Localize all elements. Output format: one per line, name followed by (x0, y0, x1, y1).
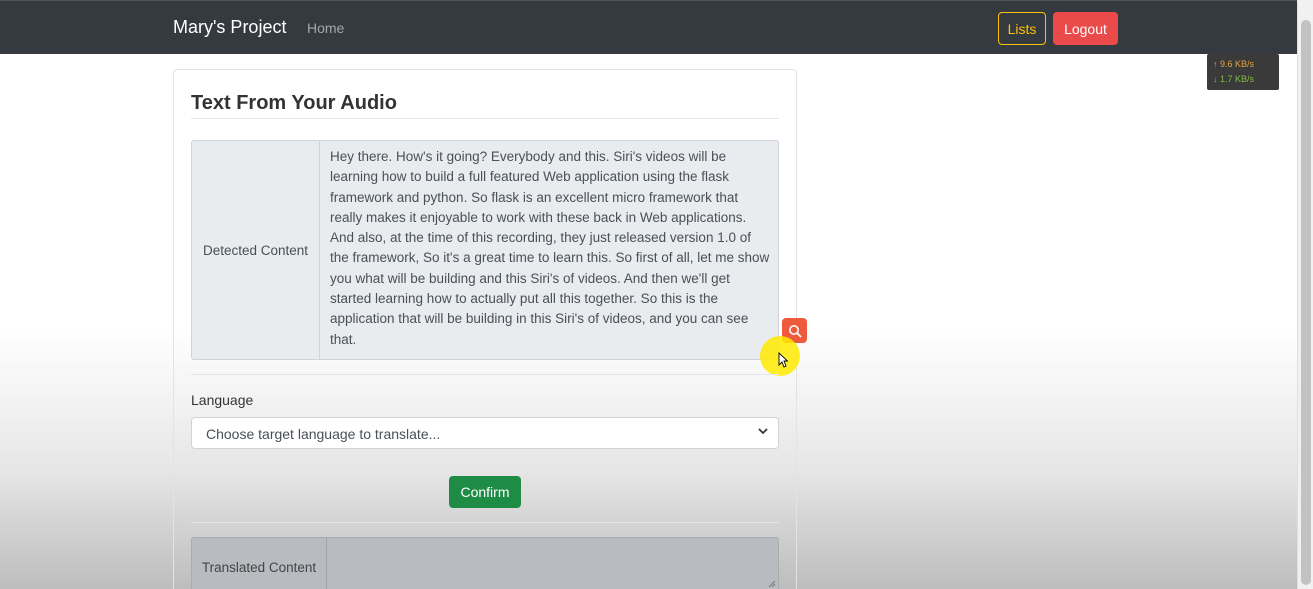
chevron-down-icon (758, 426, 768, 439)
language-select-value: Choose target language to translate... (206, 426, 441, 442)
language-select[interactable]: Choose target language to translate... (191, 417, 779, 449)
title-divider (191, 118, 779, 119)
language-label: Language (191, 392, 254, 408)
translated-content-group: Translated Content (191, 537, 779, 589)
card-title: Text From Your Audio (191, 92, 397, 114)
logout-button[interactable]: Logout (1053, 12, 1118, 45)
bottom-divider (191, 522, 779, 523)
mouse-cursor-icon (778, 352, 788, 368)
lists-button[interactable]: Lists (998, 12, 1046, 45)
upload-speed: ↑ 9.6 KB/s (1213, 59, 1255, 69)
resize-handle-icon[interactable] (768, 580, 776, 588)
translated-content-label: Translated Content (192, 538, 327, 589)
vertical-scrollbar[interactable] (1297, 0, 1313, 589)
section-divider (191, 374, 779, 375)
brand-title[interactable]: Mary's Project (173, 17, 286, 38)
detected-content-textarea[interactable]: Hey there. How's it going? Everybody and… (330, 147, 770, 350)
confirm-button[interactable]: Confirm (449, 476, 521, 508)
nav-home-link[interactable]: Home (307, 20, 344, 36)
top-navbar: Mary's Project Home Lists Logout (0, 0, 1297, 54)
download-speed: ↓ 1.7 KB/s (1213, 74, 1255, 84)
network-speed-widget: ↑ 9.6 KB/s ↓ 1.7 KB/s (1207, 54, 1279, 90)
translated-content-textarea[interactable] (328, 538, 778, 589)
scrollbar-thumb[interactable] (1301, 20, 1311, 585)
detected-content-label: Detected Content (192, 141, 320, 359)
detected-content-group: Detected Content Hey there. How's it goi… (191, 140, 779, 360)
